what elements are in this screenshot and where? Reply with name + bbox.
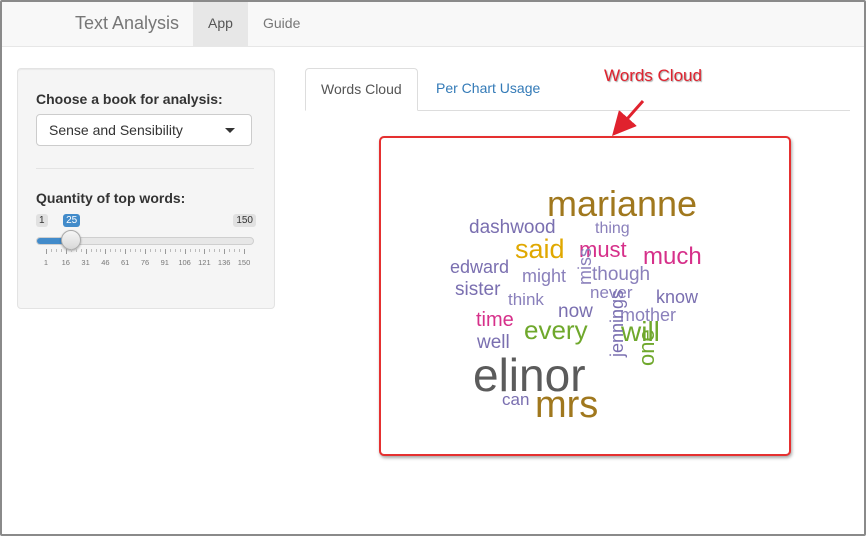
slider-tick	[46, 249, 47, 254]
slider-tick	[214, 249, 216, 252]
slider-tick	[184, 249, 186, 254]
slider-tick	[219, 249, 221, 252]
navbar: Text Analysis App Guide	[2, 2, 864, 47]
slider-tick	[194, 249, 196, 252]
word-cloud-word: one	[634, 329, 659, 366]
slider-tick	[199, 249, 201, 252]
word-cloud-word: thing	[595, 220, 630, 237]
slider-tick	[95, 249, 97, 252]
slider-tick-label: 106	[178, 258, 191, 267]
slider-tick	[135, 249, 137, 252]
slider-handle[interactable]	[61, 230, 82, 250]
quantity-slider[interactable]: 1 150 25 1 16 31 46 61 76 91 106 121 136 150	[36, 214, 256, 294]
book-select-label: Choose a book for analysis:	[36, 91, 223, 107]
slider-tick	[75, 249, 77, 252]
slider-tick	[50, 249, 52, 252]
tab-per-chart-usage[interactable]: Per Chart Usage	[421, 68, 555, 110]
slider-tick-label: 76	[140, 258, 150, 267]
slider-value-badge: 25	[63, 214, 81, 227]
word-cloud-word: time	[476, 309, 514, 331]
word-cloud-word: sister	[455, 279, 501, 300]
slider-tick	[130, 249, 132, 252]
sidebar-panel: Choose a book for analysis: Sense and Se…	[17, 68, 275, 309]
slider-tick	[90, 249, 92, 252]
slider-tick	[159, 249, 161, 252]
slider-tick	[85, 249, 87, 254]
slider-tick	[125, 249, 127, 254]
slider-ticks: 1 16 31 46 61 76 91 106 121 136 150	[36, 249, 254, 269]
slider-tick	[204, 249, 206, 254]
slider-tick	[70, 249, 72, 252]
word-cloud: marianne elinor mrs dashwood thing said must mu…	[381, 138, 793, 458]
slider-tick	[239, 249, 241, 252]
word-cloud-word: well	[477, 332, 510, 353]
slider-max-label: 150	[233, 214, 256, 227]
annotation-label: Words Cloud	[604, 66, 702, 85]
nav-guide[interactable]: Guide	[248, 2, 315, 46]
word-cloud-word: every	[524, 315, 588, 345]
slider-tick-label: 16	[61, 258, 70, 267]
slider-tick	[55, 249, 57, 252]
slider-tick	[179, 249, 181, 252]
book-select[interactable]: Sense and Sensibility	[36, 114, 252, 146]
slider-tick-label: 61	[121, 258, 130, 267]
slider-tick	[110, 249, 112, 252]
slider-tick	[154, 249, 156, 252]
slider-tick-label: 1	[43, 258, 49, 267]
slider-tick	[115, 249, 117, 252]
slider-tick	[105, 249, 107, 254]
slider-tick	[140, 249, 142, 252]
word-cloud-panel: marianne elinor mrs dashwood thing said must mu…	[379, 136, 791, 456]
slider-tick-label: 136	[217, 258, 231, 267]
slider-tick	[80, 249, 82, 252]
word-cloud-word: jennings	[607, 289, 627, 357]
slider-tick	[244, 249, 245, 254]
divider	[36, 168, 254, 169]
book-select-value: Sense and Sensibility	[49, 122, 183, 138]
slider-tick	[229, 249, 231, 252]
slider-tick-label: 46	[101, 258, 110, 267]
slider-tick	[169, 249, 171, 252]
slider-tick	[224, 249, 226, 254]
word-cloud-word: know	[656, 287, 699, 307]
word-cloud-word: much	[643, 243, 702, 270]
slider-tick-label: 91	[160, 258, 169, 267]
word-cloud-word: can	[502, 390, 530, 409]
slider-tick	[174, 249, 176, 252]
word-cloud-word: think	[508, 290, 544, 309]
slider-tick	[164, 249, 166, 254]
slider-tick	[145, 249, 146, 254]
slider-tick-label: 150	[237, 258, 251, 267]
slider-tick	[120, 249, 122, 252]
app-brand[interactable]: Text Analysis	[75, 13, 179, 34]
tab-bar: Words Cloud Per Chart Usage	[305, 68, 850, 111]
slider-min-label: 1	[36, 214, 48, 227]
quantity-label: Quantity of top words:	[36, 190, 186, 206]
slider-tick	[189, 249, 191, 252]
word-cloud-word: marianne	[547, 183, 698, 224]
slider-tick-label: 31	[81, 258, 90, 267]
tab-words-cloud[interactable]: Words Cloud	[305, 68, 418, 111]
chevron-down-icon	[225, 128, 235, 133]
slider-tick-label: 121	[198, 258, 211, 267]
slider-tick	[100, 249, 102, 252]
slider-tick	[209, 249, 211, 252]
word-cloud-word: mrs	[535, 384, 599, 426]
slider-tick	[149, 249, 151, 252]
slider-tick	[234, 249, 236, 252]
nav-app[interactable]: App	[193, 2, 248, 46]
word-cloud-word: edward	[450, 257, 510, 277]
word-cloud-word: though	[592, 264, 651, 285]
word-cloud-word: said	[515, 234, 565, 264]
slider-tick	[65, 249, 67, 254]
word-cloud-word: might	[522, 266, 567, 286]
slider-tick	[60, 249, 62, 252]
